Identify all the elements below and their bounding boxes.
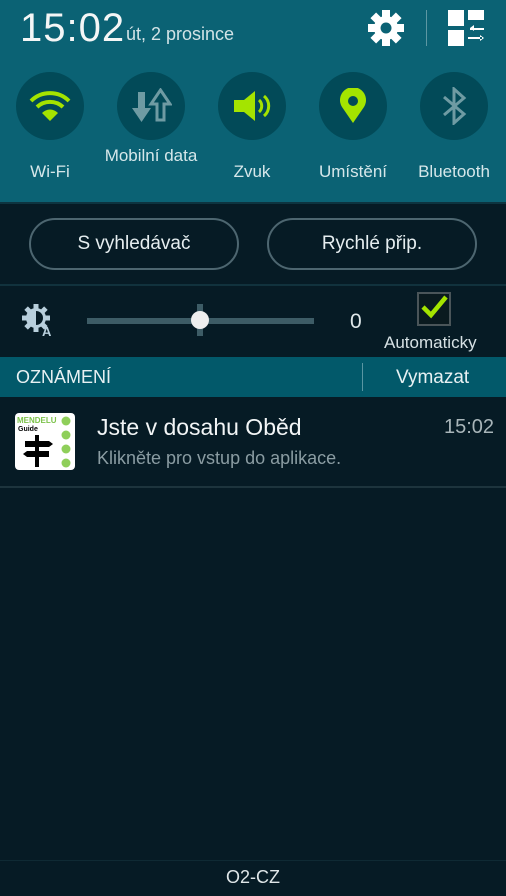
divider <box>0 284 506 286</box>
auto-brightness-checkbox[interactable] <box>417 292 451 326</box>
carrier-label: O2-CZ <box>226 867 280 887</box>
divider <box>0 860 506 861</box>
brightness-value: 0 <box>350 310 362 333</box>
toggle-label: Mobilní data <box>104 146 198 165</box>
mobile-data-icon <box>132 88 172 122</box>
toggle-label: Wi-Fi <box>30 162 70 181</box>
quick-connect-button[interactable]: Rychlé přip. <box>267 218 477 270</box>
toggle-wifi[interactable]: Wi-Fi <box>0 72 100 183</box>
notifications-header: OZNÁMENÍ Vymazat <box>0 357 506 397</box>
notification-title: Jste v dosahu Oběd <box>97 414 302 440</box>
auto-brightness-icon: A <box>22 304 52 338</box>
clear-button[interactable]: Vymazat <box>396 367 469 389</box>
brightness-slider-thumb[interactable] <box>191 311 209 329</box>
date: út, 2 prosince <box>126 24 235 44</box>
speaker-icon <box>234 91 271 121</box>
gear-icon[interactable] <box>366 8 406 48</box>
notifications-title: OZNÁMENÍ <box>16 367 112 387</box>
quick-settings-panel: 15:02 út, 2 prosince Wi-Fi Mobilní data … <box>0 0 506 202</box>
wifi-icon <box>29 91 71 121</box>
toggle-label: Umístění <box>318 162 388 181</box>
toggle-label: Zvuk <box>233 162 271 181</box>
divider <box>426 10 427 46</box>
finder-button[interactable]: S vyhledávač <box>29 218 239 270</box>
location-icon <box>340 88 366 123</box>
toggle-label: Bluetooth <box>418 162 490 181</box>
grid-edit-icon[interactable] <box>448 10 486 46</box>
notification-time: 15:02 <box>444 416 495 438</box>
check-icon <box>421 295 448 319</box>
auto-brightness-label: Automaticky <box>384 333 477 352</box>
toggle-location[interactable]: Umístění <box>303 72 403 183</box>
mendelu-guide-app-icon: MENDELU Guide <box>15 413 75 470</box>
toggle-sound[interactable]: Zvuk <box>202 72 302 183</box>
svg-text:MENDELU: MENDELU <box>17 416 57 425</box>
toggle-bluetooth[interactable]: Bluetooth <box>404 72 504 183</box>
divider <box>362 363 363 391</box>
toggle-mobile-data[interactable]: Mobilní data <box>101 72 201 167</box>
notification-text: Klikněte pro vstup do aplikace. <box>97 448 342 468</box>
svg-text:A: A <box>42 324 52 338</box>
clock: 15:02 <box>20 6 126 50</box>
svg-text:Guide: Guide <box>18 426 38 433</box>
notification-item[interactable]: MENDELU Guide Jste v dosahu Oběd Klikněte… <box>0 397 506 488</box>
bluetooth-icon <box>443 87 467 125</box>
